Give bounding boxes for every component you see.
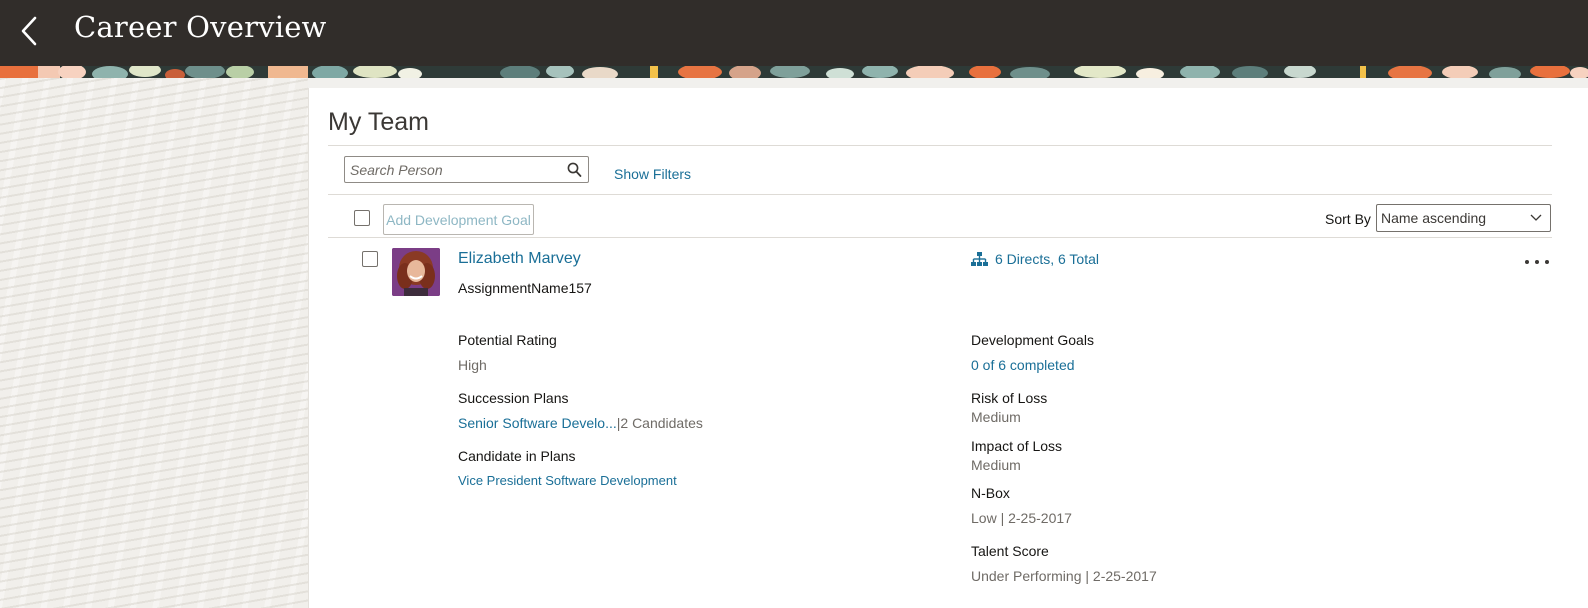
development-goals-label: Development Goals	[971, 332, 1094, 348]
succession-plan-link[interactable]: Senior Software Develo...	[458, 415, 617, 431]
search-person-field[interactable]	[344, 156, 589, 183]
talent-score-label: Talent Score	[971, 543, 1049, 559]
app-header: Career Overview	[0, 0, 1588, 66]
add-development-goal-button[interactable]: Add Development Goal	[383, 204, 534, 235]
dot	[1525, 260, 1529, 264]
impact-of-loss-label: Impact of Loss	[971, 438, 1063, 454]
sort-by-label: Sort By	[1325, 211, 1371, 227]
risk-of-loss-label: Risk of Loss	[971, 390, 1048, 406]
chevron-left-icon	[21, 16, 37, 46]
show-filters-link[interactable]: Show Filters	[614, 166, 691, 182]
candidate-in-plans-label: Candidate in Plans	[458, 448, 576, 464]
person-row-checkbox[interactable]	[362, 251, 378, 267]
potential-rating-label: Potential Rating	[458, 332, 557, 348]
potential-rating-value: High	[458, 357, 487, 373]
title-divider	[328, 145, 1552, 146]
development-goals-link[interactable]: 0 of 6 completed	[971, 357, 1075, 373]
toolbar-divider	[328, 194, 1552, 195]
decorative-banner	[0, 66, 1588, 78]
header-row-divider	[328, 237, 1552, 238]
select-all-checkbox[interactable]	[354, 210, 370, 226]
person-name-link[interactable]: Elizabeth Marvey	[458, 250, 581, 268]
succession-plans-row: Senior Software Develo...|2 Candidates	[458, 415, 703, 431]
org-chart-icon	[971, 251, 988, 266]
dot	[1535, 260, 1539, 264]
candidate-in-plans-link[interactable]: Vice President Software Development	[458, 473, 677, 488]
risk-of-loss-value: Medium	[971, 409, 1021, 425]
sort-selected-value: Name ascending	[1381, 210, 1487, 226]
succession-candidates: 2 Candidates	[620, 415, 703, 431]
page-title: Career Overview	[74, 10, 327, 44]
succession-plans-label: Succession Plans	[458, 390, 569, 406]
search-icon[interactable]	[567, 162, 582, 178]
directs-link[interactable]: 6 Directs, 6 Total	[971, 251, 1099, 267]
nbox-label: N-Box	[971, 485, 1010, 501]
back-button[interactable]	[14, 14, 44, 48]
chevron-down-icon	[1530, 214, 1542, 221]
talent-score-value: Under Performing | 2-25-2017	[971, 568, 1157, 584]
assignment-name: AssignmentName157	[458, 280, 592, 296]
nbox-value: Low | 2-25-2017	[971, 510, 1072, 526]
my-team-card: My Team Show Filters Add Development Goa…	[308, 88, 1588, 608]
search-input[interactable]	[350, 158, 565, 181]
section-title: My Team	[328, 108, 429, 136]
more-actions-button[interactable]	[1525, 254, 1549, 270]
sort-by-select[interactable]: Name ascending	[1376, 204, 1551, 232]
dot	[1545, 260, 1549, 264]
directs-label: 6 Directs, 6 Total	[995, 251, 1100, 267]
impact-of-loss-value: Medium	[971, 457, 1021, 473]
avatar[interactable]	[392, 248, 440, 296]
left-background-pane	[0, 78, 308, 608]
